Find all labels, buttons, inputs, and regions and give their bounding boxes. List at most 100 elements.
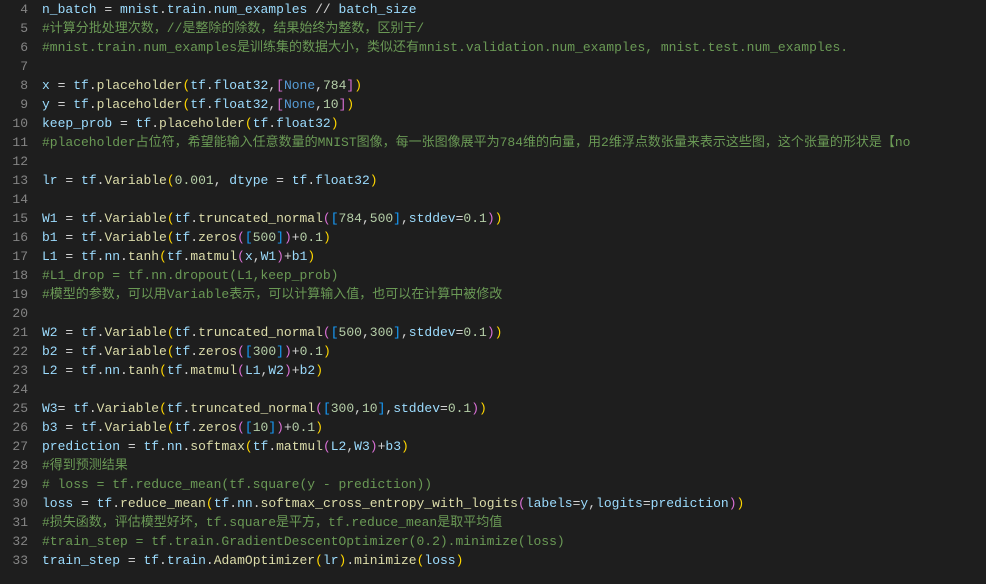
code-line[interactable] (42, 57, 986, 76)
code-editor[interactable]: 4567891011121314151617181920212223242526… (0, 0, 986, 584)
token-punc: . (268, 116, 276, 131)
code-line[interactable]: #train_step = tf.train.GradientDescentOp… (42, 532, 986, 551)
token-var: L1 (245, 363, 261, 378)
code-line[interactable]: W2 = tf.Variable(tf.truncated_normal([50… (42, 323, 986, 342)
token-paren: ) (323, 230, 331, 245)
token-punc: . (190, 344, 198, 359)
token-punc: . (151, 116, 159, 131)
line-number: 11 (0, 133, 28, 152)
token-var: train_step (42, 553, 128, 568)
code-line[interactable]: #得到预测结果 (42, 456, 986, 475)
token-punc: . (120, 249, 128, 264)
code-line[interactable]: prediction = tf.nn.softmax(tf.matmul(L2,… (42, 437, 986, 456)
token-punc: . (159, 2, 167, 17)
token-var: tf (143, 439, 159, 454)
code-area[interactable]: n_batch = mnist.train.num_examples // ba… (42, 0, 986, 584)
code-line[interactable]: L2 = tf.nn.tanh(tf.matmul(L1,W2)+b2) (42, 361, 986, 380)
token-var: b3 (385, 439, 401, 454)
token-var: W3 (354, 439, 370, 454)
token-var: tf (253, 439, 269, 454)
token-paren: ) (307, 249, 315, 264)
token-punc: . (89, 401, 97, 416)
token-punc: . (346, 553, 354, 568)
token-paren3: [ (245, 344, 253, 359)
code-line[interactable] (42, 304, 986, 323)
token-paren: ) (456, 553, 464, 568)
code-line[interactable]: x = tf.placeholder(tf.float32,[None,784]… (42, 76, 986, 95)
code-line[interactable]: train_step = tf.train.AdamOptimizer(lr).… (42, 551, 986, 570)
token-fn: tanh (128, 249, 159, 264)
token-op: = (65, 249, 81, 264)
token-paren: ) (495, 325, 503, 340)
token-fn: tanh (128, 363, 159, 378)
token-paren: ) (401, 439, 409, 454)
token-paren: ) (737, 496, 745, 511)
token-var: tf (73, 78, 89, 93)
token-fn: softmax (190, 439, 245, 454)
token-paren3: [ (323, 401, 331, 416)
token-op: + (292, 363, 300, 378)
token-punc: , (401, 325, 409, 340)
token-var: W3 (42, 401, 58, 416)
token-op: = (65, 363, 81, 378)
line-number: 13 (0, 171, 28, 190)
token-paren2: ( (323, 439, 331, 454)
code-line[interactable]: n_batch = mnist.train.num_examples // ba… (42, 0, 986, 19)
token-var: dtype (229, 173, 268, 188)
code-line[interactable]: lr = tf.Variable(0.001, dtype = tf.float… (42, 171, 986, 190)
token-fn: reduce_mean (120, 496, 206, 511)
code-line[interactable] (42, 380, 986, 399)
code-line[interactable]: #计算分批处理次数，//是整除的除数，结果始终为整数，区别于/ (42, 19, 986, 38)
token-paren3: [ (331, 211, 339, 226)
token-paren3: ] (393, 211, 401, 226)
code-line[interactable]: keep_prob = tf.placeholder(tf.float32) (42, 114, 986, 133)
token-var: b2 (300, 363, 316, 378)
code-line[interactable]: L1 = tf.nn.tanh(tf.matmul(x,W1)+b1) (42, 247, 986, 266)
code-line[interactable]: #损失函数，评估模型好坏，tf.square是平方，tf.reduce_mean… (42, 513, 986, 532)
code-line[interactable]: #L1_drop = tf.nn.dropout(L1,keep_prob) (42, 266, 986, 285)
token-var: tf (253, 116, 269, 131)
line-number: 26 (0, 418, 28, 437)
token-paren2: ( (237, 344, 245, 359)
token-op: = (65, 344, 81, 359)
code-line[interactable]: loss = tf.reduce_mean(tf.nn.softmax_cros… (42, 494, 986, 513)
code-line[interactable] (42, 190, 986, 209)
code-line[interactable]: W3= tf.Variable(tf.truncated_normal([300… (42, 399, 986, 418)
code-line[interactable]: b2 = tf.Variable(tf.zeros([300])+0.1) (42, 342, 986, 361)
token-num: 0.001 (175, 173, 214, 188)
code-line[interactable] (42, 152, 986, 171)
token-var: tf (81, 344, 97, 359)
token-num: 500 (339, 325, 362, 340)
token-var: tf (175, 325, 191, 340)
token-var: tf (81, 249, 97, 264)
code-line[interactable]: b1 = tf.Variable(tf.zeros([500])+0.1) (42, 228, 986, 247)
code-line[interactable]: b3 = tf.Variable(tf.zeros([10])+0.1) (42, 418, 986, 437)
code-line[interactable]: y = tf.placeholder(tf.float32,[None,10]) (42, 95, 986, 114)
code-line[interactable]: #mnist.train.num_examples是训练集的数据大小，类似还有m… (42, 38, 986, 57)
token-fn: matmul (190, 249, 237, 264)
token-var: tf (190, 97, 206, 112)
token-paren3: [ (245, 420, 253, 435)
token-prop: nn (104, 363, 120, 378)
line-number: 25 (0, 399, 28, 418)
token-paren: ( (167, 420, 175, 435)
token-var: tf (81, 420, 97, 435)
token-num: 500 (253, 230, 276, 245)
code-line[interactable]: #模型的参数，可以用Variable表示，可以计算输入值，也可以在计算中被修改 (42, 285, 986, 304)
code-line[interactable]: W1 = tf.Variable(tf.truncated_normal([78… (42, 209, 986, 228)
token-punc: . (159, 439, 167, 454)
line-number: 29 (0, 475, 28, 494)
line-number: 28 (0, 456, 28, 475)
token-op: // (315, 2, 338, 17)
token-paren2: [ (276, 97, 284, 112)
line-number-gutter: 4567891011121314151617181920212223242526… (0, 0, 42, 584)
code-line[interactable]: # loss = tf.reduce_mean(tf.square(y - pr… (42, 475, 986, 494)
token-fn: truncated_normal (198, 325, 323, 340)
token-comment: #得到预测结果 (42, 458, 128, 473)
token-punc: , (346, 439, 354, 454)
token-paren2: ( (237, 249, 245, 264)
token-var: x (245, 249, 253, 264)
token-op: = (643, 496, 651, 511)
code-line[interactable]: #placeholder占位符，希望能输入任意数量的MNIST图像，每一张图像展… (42, 133, 986, 152)
token-paren: ) (331, 116, 339, 131)
